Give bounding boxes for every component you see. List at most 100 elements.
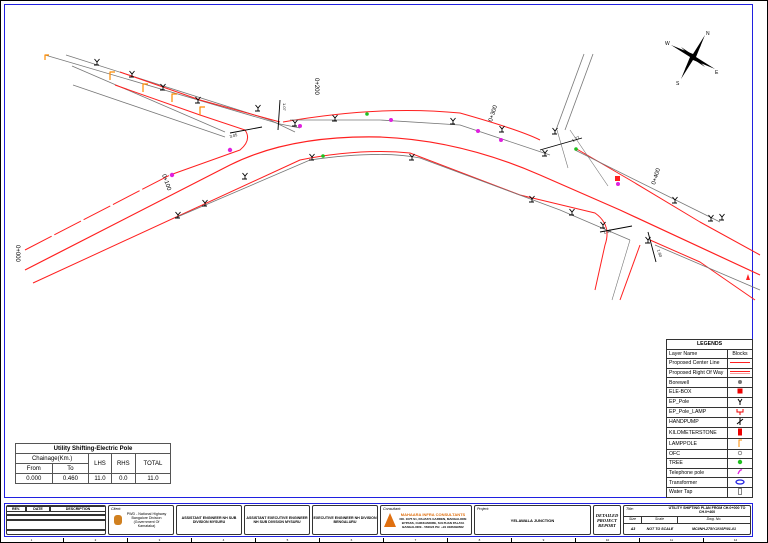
utility-line bbox=[71, 65, 226, 133]
legend-item-label: Telephone pole bbox=[666, 467, 728, 479]
row-line bbox=[649, 239, 756, 301]
legend-item: Transformer bbox=[666, 477, 753, 488]
from-header: From bbox=[15, 463, 53, 474]
ele-box-icon bbox=[615, 176, 620, 181]
ep-pole-icon bbox=[292, 119, 298, 127]
legend-item-label: TREE bbox=[666, 458, 728, 469]
report-box: DETAILED PROJECT REPORT bbox=[593, 505, 621, 535]
total-header: TOTAL bbox=[134, 453, 172, 474]
svg-text:E: E bbox=[715, 70, 719, 76]
legend-item: OFC bbox=[666, 448, 753, 460]
grid-number: 4 bbox=[192, 538, 256, 543]
borewell-icon bbox=[727, 377, 753, 388]
row-line bbox=[282, 109, 541, 141]
ep-pole-icon bbox=[499, 125, 505, 133]
ep-pole-icon bbox=[242, 172, 248, 180]
legend-item-label: Proposed Right Of Way bbox=[666, 367, 728, 379]
legend-item-label: OFC bbox=[666, 448, 728, 460]
road-plan-drawing: 0+000 0+100 0+200 0+300 0+400 3.05 1.77 … bbox=[14, 31, 761, 301]
red-double-line-icon bbox=[727, 367, 753, 379]
telephone-pole-icon bbox=[169, 172, 175, 178]
proposed-center-line bbox=[24, 136, 761, 276]
legend-item-label: ELE-BOX bbox=[666, 386, 728, 398]
legend-item-label: EP_Pole_LAMP bbox=[666, 406, 728, 418]
utility-line bbox=[174, 154, 631, 241]
executive-engineer-box: EXECUTIVE ENGINEER NH DIVISION BENGALURU bbox=[312, 505, 378, 535]
svg-text:S: S bbox=[676, 81, 680, 87]
dimension-label: 1.07 bbox=[282, 103, 287, 112]
grid-number: 2 bbox=[64, 538, 128, 543]
red-line-icon bbox=[727, 358, 753, 369]
grid-number: 1 bbox=[0, 538, 64, 543]
legend-item: Proposed Right Of Way bbox=[666, 367, 753, 379]
legend-item-label: HANDPUMP bbox=[666, 416, 728, 428]
water-tap-icon bbox=[727, 486, 753, 498]
legend-item-label: Transformer bbox=[666, 477, 728, 488]
row-line bbox=[32, 151, 608, 291]
drawing-title: UTILITY SHIFTING PLAN FROM CH.0+000 TO C… bbox=[668, 506, 746, 514]
legend-item: KILOMETERSTONE bbox=[666, 426, 753, 439]
chainage-label: 0+100 bbox=[160, 174, 172, 193]
row-line bbox=[619, 244, 641, 301]
sheet-size: A3 bbox=[630, 527, 636, 531]
legend-item-label: Water Tap bbox=[666, 486, 728, 498]
legend-header-layer: Layer Name bbox=[666, 348, 728, 360]
lamppole-icon bbox=[727, 437, 753, 450]
dimension-label: 1.77 bbox=[571, 134, 581, 143]
telephone-pole-icon bbox=[499, 138, 503, 142]
legend-title: LEGENDS bbox=[666, 339, 753, 350]
grid-number: 10 bbox=[576, 538, 640, 543]
legend-item-label: Borewell bbox=[666, 377, 728, 388]
project-name: YELAWALA JUNCTION bbox=[510, 517, 555, 523]
from-cell: 0.000 bbox=[15, 473, 53, 484]
grid-number: 9 bbox=[512, 538, 576, 543]
client-name: PWD - National Highway Bangalore Divisio… bbox=[126, 512, 167, 528]
ele-box-icon bbox=[727, 386, 753, 398]
grid-reference-strip: 1 2 3 4 5 6 7 8 9 10 11 12 bbox=[0, 538, 768, 543]
telephone-pole-icon bbox=[389, 118, 393, 122]
transformer-icon bbox=[727, 477, 753, 488]
legend-item: Water Tap bbox=[666, 486, 753, 498]
to-cell: 0.460 bbox=[51, 473, 90, 484]
ofc-icon bbox=[727, 448, 753, 460]
ep-pole-icon bbox=[727, 396, 753, 408]
lhs-header: LHS bbox=[88, 453, 112, 474]
legend-item: ELE-BOX bbox=[666, 386, 753, 398]
rev-header: REV. bbox=[7, 506, 26, 512]
ep-pole-icon bbox=[719, 213, 725, 221]
kilometerstone-icon bbox=[746, 274, 750, 280]
client-box: Client: PWD - National Highway Bangalore… bbox=[108, 505, 174, 535]
legend-item: HANDPUMP bbox=[666, 416, 753, 428]
ep-pole-icon bbox=[255, 104, 261, 112]
chainage-label: 0+300 bbox=[488, 104, 499, 123]
assistant-engineer-box: ASSISTANT ENGINEER NH SUB DIVISION MYSUR… bbox=[176, 505, 242, 535]
lhs-cell: 11.0 bbox=[88, 473, 112, 484]
south-branch-line bbox=[611, 239, 631, 301]
tree-icon bbox=[574, 147, 578, 151]
grid-number: 7 bbox=[384, 538, 448, 543]
legend-item: TREE bbox=[666, 458, 753, 469]
legend-item: LAMPPOLE bbox=[666, 437, 753, 450]
ep-pole-lamp-icon bbox=[727, 406, 753, 418]
svg-text:N: N bbox=[706, 31, 710, 37]
telephone-pole-icon bbox=[727, 467, 753, 479]
table-title: Utility Shifting-Electric Pole bbox=[15, 443, 171, 454]
to-header: To bbox=[51, 463, 90, 474]
grid-number: 8 bbox=[448, 538, 512, 543]
ep-pole-icon bbox=[552, 127, 558, 135]
legend-item: Proposed Center Line bbox=[666, 358, 753, 369]
chainage-header: Chainage(Km.) bbox=[14, 453, 90, 464]
title-block: REV. DATE DESCRIPTION Client: PWD - Nati… bbox=[4, 503, 753, 537]
legend-header-blocks: Blocks bbox=[727, 348, 753, 360]
svg-text:W: W bbox=[665, 41, 670, 47]
ep-pole-group bbox=[94, 58, 725, 244]
utility-line bbox=[72, 84, 226, 138]
grid-number: 3 bbox=[128, 538, 192, 543]
dimension-label: 3.05 bbox=[229, 132, 239, 139]
legend-item: EP_Pole bbox=[666, 396, 753, 408]
tree-icon bbox=[727, 458, 753, 469]
rhs-header: RHS bbox=[110, 453, 136, 474]
utility-line bbox=[290, 119, 551, 156]
row-line bbox=[24, 174, 171, 251]
utility-line bbox=[574, 149, 721, 223]
